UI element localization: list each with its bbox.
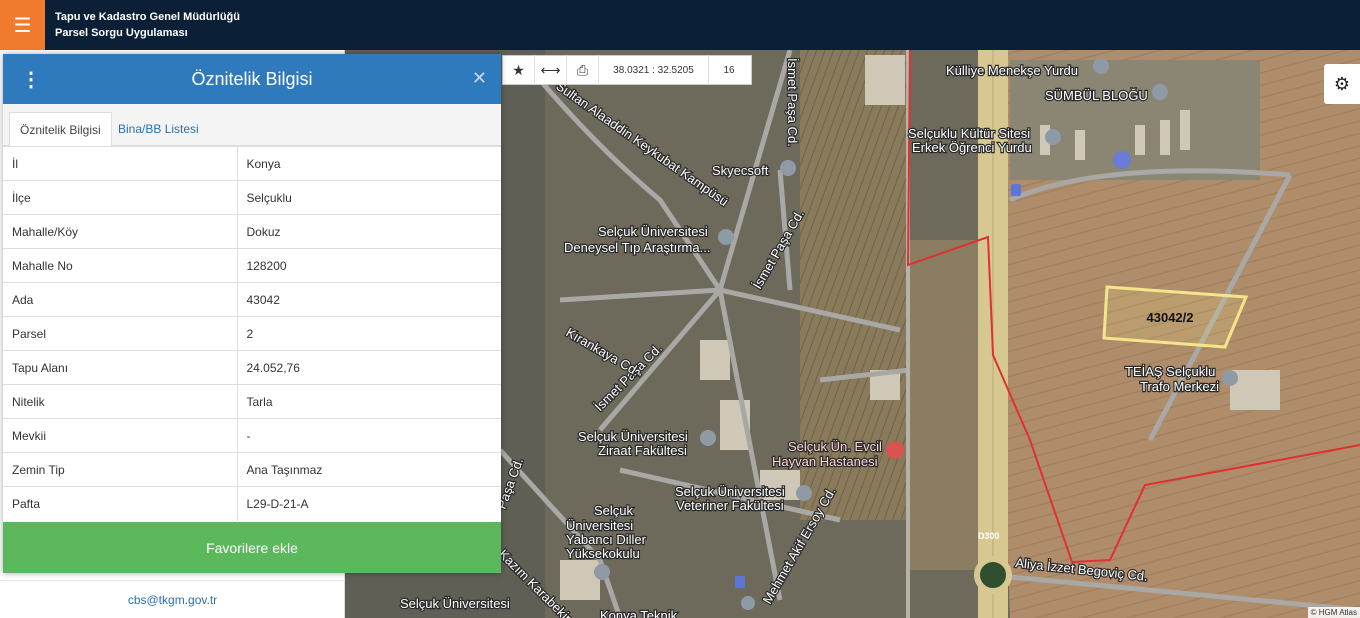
road-shield: D300 [978, 531, 1000, 541]
tab-attribute-info[interactable]: Öznitelik Bilgisi [9, 112, 112, 146]
bus-stop-icon [1011, 184, 1021, 196]
bus-stop-icon [735, 576, 745, 588]
poi-marker-icon [718, 229, 734, 245]
map-label: Trafo Merkezi [1140, 379, 1219, 394]
attribute-key: Nitelik [3, 384, 238, 419]
table-row: Zemin Tip Ana Taşınmaz [3, 452, 501, 487]
attribute-value: 2 [237, 316, 501, 351]
road-label: İsmet Paşa Cd. [785, 58, 800, 147]
top-bar: ☰ Tapu ve Kadastro Genel Müdürlüğü Parse… [0, 0, 1360, 50]
map-label: SÜMBÜL BLOĞU [1045, 88, 1148, 103]
panel-tabs: Öznitelik Bilgisi Bina/BB Listesi [3, 104, 501, 146]
table-row: Parsel 2 [3, 316, 501, 351]
attribute-value: 24.052,76 [237, 350, 501, 385]
attribute-value: 128200 [237, 248, 501, 283]
table-row: Mevkii - [3, 418, 501, 453]
attribute-key: Mevkii [3, 418, 238, 453]
poi-marker-icon [1222, 370, 1238, 386]
poi-marker-icon [594, 564, 610, 580]
table-row: İlçe Selçuklu [3, 180, 501, 215]
poi-marker-icon [700, 430, 716, 446]
poi-marker-icon [1152, 84, 1168, 100]
attribute-panel: ⋮ Öznitelik Bilgisi ✕ Öznitelik Bilgisi … [3, 54, 501, 573]
poi-marker-icon [1093, 58, 1109, 74]
map-label: Hayvan Hastanesi [772, 454, 878, 469]
attribute-value: Ana Taşınmaz [237, 452, 501, 487]
coordinate-readout: 38.0321 : 32.5205 [599, 55, 709, 85]
app-title-line1: Tapu ve Kadastro Genel Müdürlüğü [55, 11, 240, 23]
shop-marker-icon [1113, 151, 1131, 169]
table-row: İl Konya [3, 146, 501, 181]
measure-icon[interactable]: ⟷ [535, 55, 567, 85]
attribute-key: Zemin Tip [3, 452, 238, 487]
attribute-value: L29-D-21-A [237, 486, 501, 521]
map-label: Veteriner Fakültesi [676, 498, 784, 513]
app-title-line2: Parsel Sorgu Uygulaması [55, 27, 188, 39]
map-label: TEİAŞ Selçuklu [1125, 364, 1215, 379]
map-label: Selçuk Üniversitesi [578, 429, 688, 444]
panel-header: ⋮ Öznitelik Bilgisi ✕ [3, 54, 501, 104]
map-label: Selçuklu Kültür Sitesi [908, 126, 1030, 141]
close-icon[interactable]: ✕ [472, 68, 487, 89]
map-label: Yabancı Diller [566, 532, 647, 547]
hospital-marker-icon [886, 441, 904, 459]
attribute-key: İl [3, 146, 238, 181]
map-label: Selçuk Üniversitesi [598, 224, 708, 239]
settings-gear-icon[interactable]: ⚙ [1324, 64, 1360, 104]
map-label: Deneysel Tıp Araştırma... [564, 240, 710, 255]
zoom-level: 16 [723, 64, 735, 76]
poi-marker-icon [780, 160, 796, 176]
table-row: Ada 43042 [3, 282, 501, 317]
map-label: Selçuk Ün. Evcil [788, 439, 882, 454]
attribute-value: 43042 [237, 282, 501, 317]
poi-marker-icon [741, 596, 755, 610]
parcel-label: 43042/2 [1147, 310, 1194, 325]
map-label: Konya Teknik [600, 608, 678, 618]
panel-title: Öznitelik Bilgisi [191, 69, 313, 89]
app-title: Tapu ve Kadastro Genel Müdürlüğü Parsel … [55, 9, 240, 41]
map-label: Ziraat Fakültesi [598, 443, 687, 458]
attribute-table: İl Konya İlçe Selçuklu Mahalle/Köy Dokuz Mahal… [3, 146, 501, 521]
attribute-key: Mahalle/Köy [3, 214, 238, 249]
attribute-value: Konya [237, 146, 501, 181]
map-credit: © HGM Atlas [1307, 607, 1360, 618]
map-toolbar: ★ ⟷ ⎙ 38.0321 : 32.5205 16 [502, 55, 752, 85]
attribute-value: Selçuklu [237, 180, 501, 215]
poi-marker-icon [1045, 129, 1061, 145]
attribute-key: Ada [3, 282, 238, 317]
map-label: Skyecsoft [712, 163, 769, 178]
map-label: Üniversitesi [566, 518, 633, 533]
table-row: Nitelik Tarla [3, 384, 501, 419]
hamburger-menu-icon[interactable]: ☰ [0, 0, 45, 50]
table-row: Mahalle/Köy Dokuz [3, 214, 501, 249]
attribute-key: Tapu Alanı [3, 350, 238, 385]
poi-marker-icon [796, 485, 812, 501]
map-label: Külliye Menekşe Yurdu [946, 63, 1078, 78]
print-icon[interactable]: ⎙ [567, 55, 599, 85]
map-label: Selçuk [594, 503, 634, 518]
attribute-key: İlçe [3, 180, 238, 215]
attribute-value: Tarla [237, 384, 501, 419]
tab-building-list[interactable]: Bina/BB Listesi [108, 112, 209, 146]
table-row: Tapu Alanı 24.052,76 [3, 350, 501, 385]
attribute-key: Parsel [3, 316, 238, 351]
map-label: Selçuk Üniversitesi [675, 484, 785, 499]
attribute-value: - [237, 418, 501, 453]
contact-email-link[interactable]: cbs@tkgm.gov.tr [0, 580, 345, 618]
attribute-key: Pafta [3, 486, 238, 521]
add-to-favorites-button[interactable]: Favorilere ekle [3, 522, 501, 573]
map-label: Erkek Öğrenci Yurdu [912, 140, 1032, 155]
map-label: Yüksekokulu [566, 546, 640, 561]
attribute-key: Mahalle No [3, 248, 238, 283]
attribute-value: Dokuz [237, 214, 501, 249]
favorite-star-icon[interactable]: ★ [503, 55, 535, 85]
map-label: Selçuk Üniversitesi [400, 596, 510, 611]
table-row: Mahalle No 128200 [3, 248, 501, 283]
table-row: Pafta L29-D-21-A [3, 486, 501, 521]
